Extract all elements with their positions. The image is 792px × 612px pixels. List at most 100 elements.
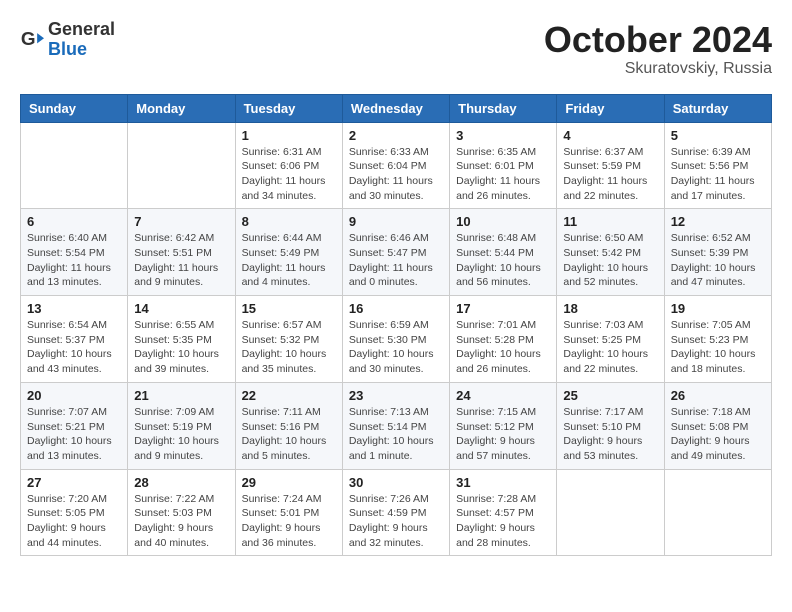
calendar-body: 1 Sunrise: 6:31 AMSunset: 6:06 PMDaylight… [21,122,772,556]
day-info: Sunrise: 6:59 AMSunset: 5:30 PMDaylight:… [349,318,443,377]
calendar-cell: 26 Sunrise: 7:18 AMSunset: 5:08 PMDayligh… [664,382,771,469]
day-number: 9 [349,214,443,229]
day-info: Sunrise: 7:17 AMSunset: 5:10 PMDaylight:… [563,405,657,464]
page-header: G General Blue October 2024 Skuratovskiy… [20,20,772,78]
logo-blue-text: Blue [48,40,115,60]
day-number: 17 [456,301,550,316]
day-number: 20 [27,388,121,403]
day-number: 28 [134,475,228,490]
calendar-cell: 22Sunrise: 7:11 AMSunset: 5:16 PMDayligh… [235,382,342,469]
day-info: Sunrise: 7:20 AMSunset: 5:05 PMDaylight:… [27,492,121,551]
calendar-cell: 30Sunrise: 7:26 AMSunset: 4:59 PMDayligh… [342,469,449,556]
logo: G General Blue [20,20,115,60]
week-row-4: 20Sunrise: 7:07 AMSunset: 5:21 PMDayligh… [21,382,772,469]
day-number: 8 [242,214,336,229]
day-info: Sunrise: 6:57 AMSunset: 5:32 PMDaylight:… [242,318,336,377]
col-tuesday: Tuesday [235,94,342,122]
day-number: 26 [671,388,765,403]
day-number: 23 [349,388,443,403]
day-number: 24 [456,388,550,403]
calendar-header: Sunday Monday Tuesday Wednesday Thursday… [21,94,772,122]
calendar-cell: 25 Sunrise: 7:17 AMSunset: 5:10 PMDayligh… [557,382,664,469]
day-info: Sunrise: 7:22 AMSunset: 5:03 PMDaylight:… [134,492,228,551]
week-row-2: 6Sunrise: 6:40 AMSunset: 5:54 PMDaylight… [21,209,772,296]
calendar-cell: 24Sunrise: 7:15 AMSunset: 5:12 PMDayligh… [450,382,557,469]
day-info: Sunrise: 6:50 AMSunset: 5:42 PMDaylight:… [563,231,657,290]
calendar-cell: 13Sunrise: 6:54 AMSunset: 5:37 PMDayligh… [21,296,128,383]
calendar-cell: 6Sunrise: 6:40 AMSunset: 5:54 PMDaylight… [21,209,128,296]
day-number: 29 [242,475,336,490]
day-number: 21 [134,388,228,403]
calendar-cell [128,122,235,209]
calendar-cell: 10Sunrise: 6:48 AMSunset: 5:44 PMDayligh… [450,209,557,296]
calendar-cell: 23 Sunrise: 7:13 AMSunset: 5:14 PMDayligh… [342,382,449,469]
day-number: 31 [456,475,550,490]
day-number: 7 [134,214,228,229]
col-wednesday: Wednesday [342,94,449,122]
day-info: Sunrise: 6:54 AMSunset: 5:37 PMDaylight:… [27,318,121,377]
day-info: Sunrise: 7:01 AMSunset: 5:28 PMDaylight:… [456,318,550,377]
day-info: Sunrise: 6:31 AMSunset: 6:06 PMDaylight:… [242,145,336,204]
header-row: Sunday Monday Tuesday Wednesday Thursday… [21,94,772,122]
calendar-cell: 11 Sunrise: 6:50 AMSunset: 5:42 PMDayligh… [557,209,664,296]
day-number: 25 [563,388,657,403]
calendar-cell: 21Sunrise: 7:09 AMSunset: 5:19 PMDayligh… [128,382,235,469]
calendar-cell: 15 Sunrise: 6:57 AMSunset: 5:32 PMDayligh… [235,296,342,383]
location-text: Skuratovskiy, Russia [544,60,772,78]
logo-general-text: General [48,20,115,40]
day-number: 27 [27,475,121,490]
calendar-cell: 18Sunrise: 7:03 AMSunset: 5:25 PMDayligh… [557,296,664,383]
week-row-5: 27 Sunrise: 7:20 AMSunset: 5:05 PMDayligh… [21,469,772,556]
day-number: 15 [242,301,336,316]
day-info: Sunrise: 6:35 AMSunset: 6:01 PMDaylight:… [456,145,550,204]
day-info: Sunrise: 7:18 AMSunset: 5:08 PMDaylight:… [671,405,765,464]
week-row-3: 13Sunrise: 6:54 AMSunset: 5:37 PMDayligh… [21,296,772,383]
day-info: Sunrise: 7:05 AMSunset: 5:23 PMDaylight:… [671,318,765,377]
day-number: 3 [456,128,550,143]
calendar-cell: 16 Sunrise: 6:59 AMSunset: 5:30 PMDayligh… [342,296,449,383]
col-thursday: Thursday [450,94,557,122]
calendar-cell: 27 Sunrise: 7:20 AMSunset: 5:05 PMDayligh… [21,469,128,556]
day-info: Sunrise: 6:42 AMSunset: 5:51 PMDaylight:… [134,231,228,290]
day-info: Sunrise: 6:40 AMSunset: 5:54 PMDaylight:… [27,231,121,290]
calendar-cell: 19Sunrise: 7:05 AMSunset: 5:23 PMDayligh… [664,296,771,383]
calendar-cell: 12 Sunrise: 6:52 AMSunset: 5:39 PMDayligh… [664,209,771,296]
calendar-cell: 17 Sunrise: 7:01 AMSunset: 5:28 PMDayligh… [450,296,557,383]
day-number: 12 [671,214,765,229]
calendar-cell [557,469,664,556]
calendar-cell: 3 Sunrise: 6:35 AMSunset: 6:01 PMDaylight… [450,122,557,209]
calendar-cell [21,122,128,209]
day-number: 10 [456,214,550,229]
day-number: 22 [242,388,336,403]
day-info: Sunrise: 7:13 AMSunset: 5:14 PMDaylight:… [349,405,443,464]
day-number: 1 [242,128,336,143]
title-block: October 2024 Skuratovskiy, Russia [544,20,772,78]
calendar-cell: 28 Sunrise: 7:22 AMSunset: 5:03 PMDayligh… [128,469,235,556]
day-number: 5 [671,128,765,143]
col-saturday: Saturday [664,94,771,122]
svg-text:G: G [21,28,36,49]
day-info: Sunrise: 6:55 AMSunset: 5:35 PMDaylight:… [134,318,228,377]
col-friday: Friday [557,94,664,122]
calendar-cell: 14Sunrise: 6:55 AMSunset: 5:35 PMDayligh… [128,296,235,383]
day-info: Sunrise: 6:44 AMSunset: 5:49 PMDaylight:… [242,231,336,290]
day-info: Sunrise: 7:24 AMSunset: 5:01 PMDaylight:… [242,492,336,551]
calendar-cell: 1 Sunrise: 6:31 AMSunset: 6:06 PMDaylight… [235,122,342,209]
day-number: 2 [349,128,443,143]
day-number: 11 [563,214,657,229]
logo-icon: G [20,28,44,52]
day-number: 16 [349,301,443,316]
calendar-cell: 9Sunrise: 6:46 AMSunset: 5:47 PMDaylight… [342,209,449,296]
calendar-cell: 5Sunrise: 6:39 AMSunset: 5:56 PMDaylight… [664,122,771,209]
day-info: Sunrise: 7:28 AMSunset: 4:57 PMDaylight:… [456,492,550,551]
col-monday: Monday [128,94,235,122]
day-info: Sunrise: 6:33 AMSunset: 6:04 PMDaylight:… [349,145,443,204]
day-info: Sunrise: 7:26 AMSunset: 4:59 PMDaylight:… [349,492,443,551]
calendar-cell: 8 Sunrise: 6:44 AMSunset: 5:49 PMDaylight… [235,209,342,296]
calendar-cell: 31 Sunrise: 7:28 AMSunset: 4:57 PMDayligh… [450,469,557,556]
day-info: Sunrise: 6:52 AMSunset: 5:39 PMDaylight:… [671,231,765,290]
calendar-cell: 7 Sunrise: 6:42 AMSunset: 5:51 PMDaylight… [128,209,235,296]
calendar-cell: 29 Sunrise: 7:24 AMSunset: 5:01 PMDayligh… [235,469,342,556]
day-number: 4 [563,128,657,143]
day-info: Sunrise: 6:37 AMSunset: 5:59 PMDaylight:… [563,145,657,204]
